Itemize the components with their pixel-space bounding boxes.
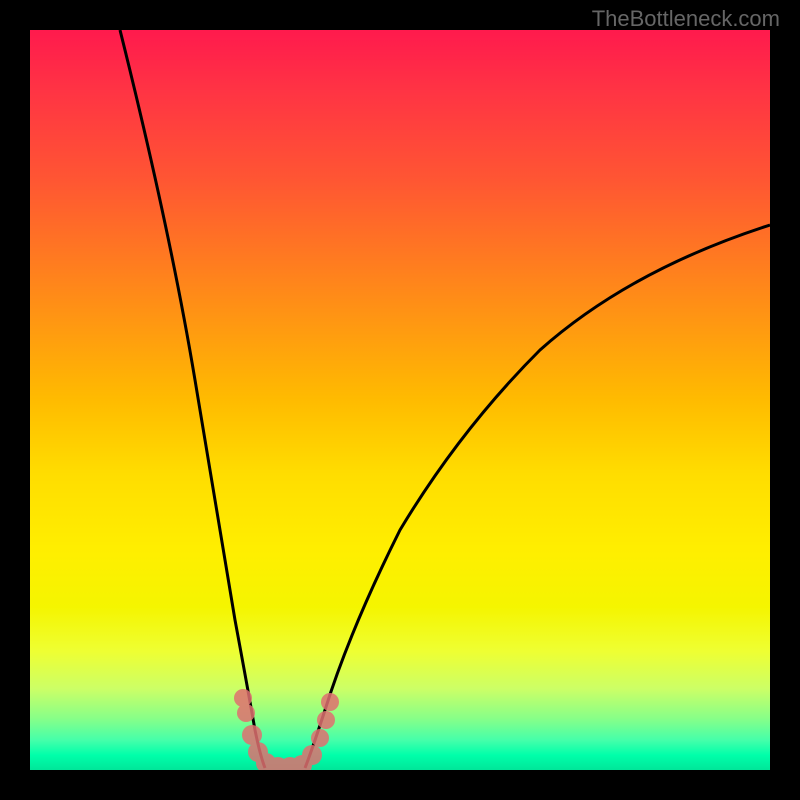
chart-svg: [30, 30, 770, 770]
bottom-markers: [234, 689, 339, 770]
watermark-text: TheBottleneck.com: [592, 6, 780, 32]
right-curve: [305, 225, 770, 768]
left-curve: [120, 30, 265, 768]
chart-plot-area: [30, 30, 770, 770]
